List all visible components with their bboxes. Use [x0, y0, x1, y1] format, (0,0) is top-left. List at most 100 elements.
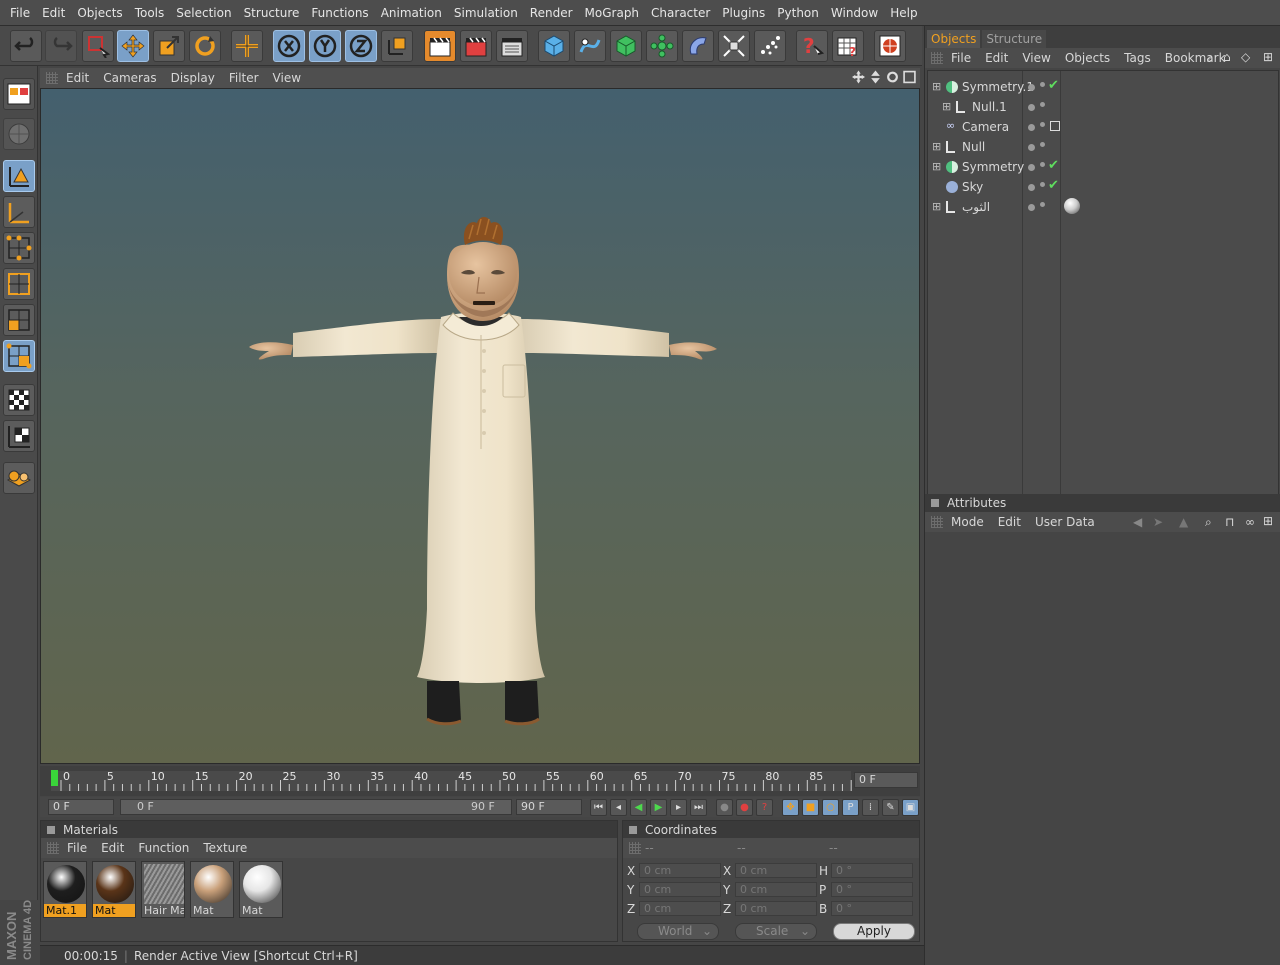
goto-start-button[interactable]: ⏮	[590, 799, 607, 816]
tab-structure[interactable]: Structure	[982, 30, 1047, 48]
array-object-button[interactable]	[646, 30, 678, 62]
nurbs-object-button[interactable]	[610, 30, 642, 62]
play-backward-button[interactable]: ◀	[630, 799, 647, 816]
object-menu-file[interactable]: File	[951, 51, 971, 65]
new-manager-icon[interactable]: ⊞	[1263, 514, 1273, 528]
enable-check-icon[interactable]: ✔	[1048, 178, 1059, 193]
render-view-button[interactable]	[424, 30, 456, 62]
object-menu-view[interactable]: View	[1022, 51, 1050, 65]
expand-toggle-icon[interactable]: ⊞	[932, 80, 944, 93]
viewport-menu-filter[interactable]: Filter	[229, 71, 259, 85]
menu-functions[interactable]: Functions	[305, 6, 374, 20]
menu-simulation[interactable]: Simulation	[448, 6, 524, 20]
object-name[interactable]: Symmetry.1	[962, 80, 1034, 94]
sculpt-mode-button[interactable]	[3, 118, 35, 150]
home-icon[interactable]: ⌂	[1223, 50, 1231, 64]
play-forward-button[interactable]: ▶	[650, 799, 667, 816]
link-icon[interactable]: ∞	[1245, 515, 1255, 529]
viewport-menu-display[interactable]: Display	[171, 71, 215, 85]
position-value-field[interactable]: 0 cm	[639, 901, 721, 916]
object-row[interactable]: ⊞ Symmetry ✔	[928, 157, 1280, 177]
next-key-button[interactable]: ▸	[670, 799, 687, 816]
size-value-field[interactable]: 0 cm	[735, 901, 817, 916]
render-dot-icon[interactable]	[1040, 122, 1045, 127]
materials-grip-icon[interactable]	[47, 842, 59, 854]
material-swatch[interactable]: Mat	[190, 861, 234, 918]
move-tool-button[interactable]	[117, 30, 149, 62]
render-dot-icon[interactable]	[1040, 182, 1045, 187]
viewport-menu-edit[interactable]: Edit	[66, 71, 89, 85]
model-mode-button[interactable]	[3, 160, 35, 192]
object-manager-grip-icon[interactable]	[931, 52, 943, 64]
end-frame-field[interactable]: 90 F	[516, 799, 582, 815]
visibility-dot-icon[interactable]	[1028, 84, 1035, 91]
character-model[interactable]	[41, 89, 920, 764]
apply-button[interactable]: Apply	[833, 923, 915, 940]
autokey-button[interactable]: ●	[736, 799, 753, 816]
material-tag-icon[interactable]	[1064, 198, 1080, 214]
menu-window[interactable]: Window	[825, 6, 884, 20]
last-tool-button[interactable]	[231, 30, 263, 62]
menu-file[interactable]: File	[4, 6, 36, 20]
object-menu-bookmark[interactable]: Bookmark	[1165, 51, 1226, 65]
key-parameter-button[interactable]: P	[842, 799, 859, 816]
materials-menu-file[interactable]: File	[67, 841, 87, 855]
object-row[interactable]: ⊞ الثوب	[928, 197, 1280, 217]
view-icon[interactable]: ◇	[1241, 50, 1250, 64]
menu-edit[interactable]: Edit	[36, 6, 71, 20]
polygons-mode-button[interactable]	[3, 304, 35, 336]
object-row[interactable]: Sky ✔	[928, 177, 1280, 197]
enable-check-icon[interactable]: ✔	[1048, 78, 1059, 93]
undo-button[interactable]	[10, 30, 42, 62]
timeline-layout-button[interactable]: ▣	[902, 799, 919, 816]
render-dot-icon[interactable]	[1040, 202, 1045, 207]
rotation-value-field[interactable]: 0 °	[831, 863, 913, 878]
object-menu-tags[interactable]: Tags	[1124, 51, 1151, 65]
menu-character[interactable]: Character	[645, 6, 716, 20]
visibility-dot-icon[interactable]	[1028, 144, 1035, 151]
keyframe-selection-button[interactable]: ?	[756, 799, 773, 816]
attributes-menu-edit[interactable]: Edit	[998, 515, 1021, 529]
record-active-button[interactable]: ●	[716, 799, 733, 816]
object-name[interactable]: Null.1	[972, 100, 1007, 114]
render-dot-icon[interactable]	[1040, 162, 1045, 167]
object-row[interactable]: ∞ Camera	[928, 117, 1280, 137]
points-mode-button[interactable]	[3, 232, 35, 264]
object-row[interactable]: ⊞ Null	[928, 137, 1280, 157]
y-axis-lock-button[interactable]	[309, 30, 341, 62]
menu-animation[interactable]: Animation	[375, 6, 448, 20]
prev-key-button[interactable]: ◂	[610, 799, 627, 816]
pan-view-icon[interactable]	[852, 70, 865, 84]
size-mode-dropdown[interactable]: Scale ⌄	[735, 923, 817, 940]
menu-mograph[interactable]: MoGraph	[579, 6, 646, 20]
scale-tool-button[interactable]	[153, 30, 185, 62]
deformer-button[interactable]	[682, 30, 714, 62]
object-row[interactable]: ⊞ Symmetry.1 ✔	[928, 77, 1280, 97]
texture-mode-button[interactable]	[3, 384, 35, 416]
render-picture-viewer-button[interactable]	[460, 30, 492, 62]
rotation-value-field[interactable]: 0 °	[831, 901, 913, 916]
object-row[interactable]: ⊞ Null.1	[928, 97, 1280, 117]
render-dot-icon[interactable]	[1040, 102, 1045, 107]
menu-plugins[interactable]: Plugins	[716, 6, 771, 20]
attributes-menu-mode[interactable]: Mode	[951, 515, 984, 529]
coordinate-system-dropdown[interactable]: World ⌄	[637, 923, 719, 940]
material-swatch[interactable]: Hair Mat	[141, 861, 185, 918]
zoom-view-icon[interactable]	[869, 70, 882, 84]
workplane-mode-button[interactable]	[3, 462, 35, 494]
object-name[interactable]: Sky	[962, 180, 983, 194]
object-menu-objects[interactable]: Objects	[1065, 51, 1110, 65]
edges-mode-button[interactable]	[3, 268, 35, 300]
coordinates-grip-icon[interactable]	[629, 842, 641, 854]
visibility-dot-icon[interactable]	[1028, 204, 1035, 211]
new-manager-icon[interactable]: ⊞	[1263, 50, 1273, 64]
redo-button[interactable]	[45, 30, 77, 62]
materials-menu-texture[interactable]: Texture	[203, 841, 247, 855]
goto-end-button[interactable]: ⏭	[690, 799, 707, 816]
key-position-button[interactable]: ✥	[782, 799, 799, 816]
visibility-dot-icon[interactable]	[1028, 184, 1035, 191]
viewport-menu-cameras[interactable]: Cameras	[103, 71, 156, 85]
uv-polygons-mode-button[interactable]	[3, 340, 35, 372]
materials-menu-function[interactable]: Function	[138, 841, 189, 855]
size-value-field[interactable]: 0 cm	[735, 882, 817, 897]
